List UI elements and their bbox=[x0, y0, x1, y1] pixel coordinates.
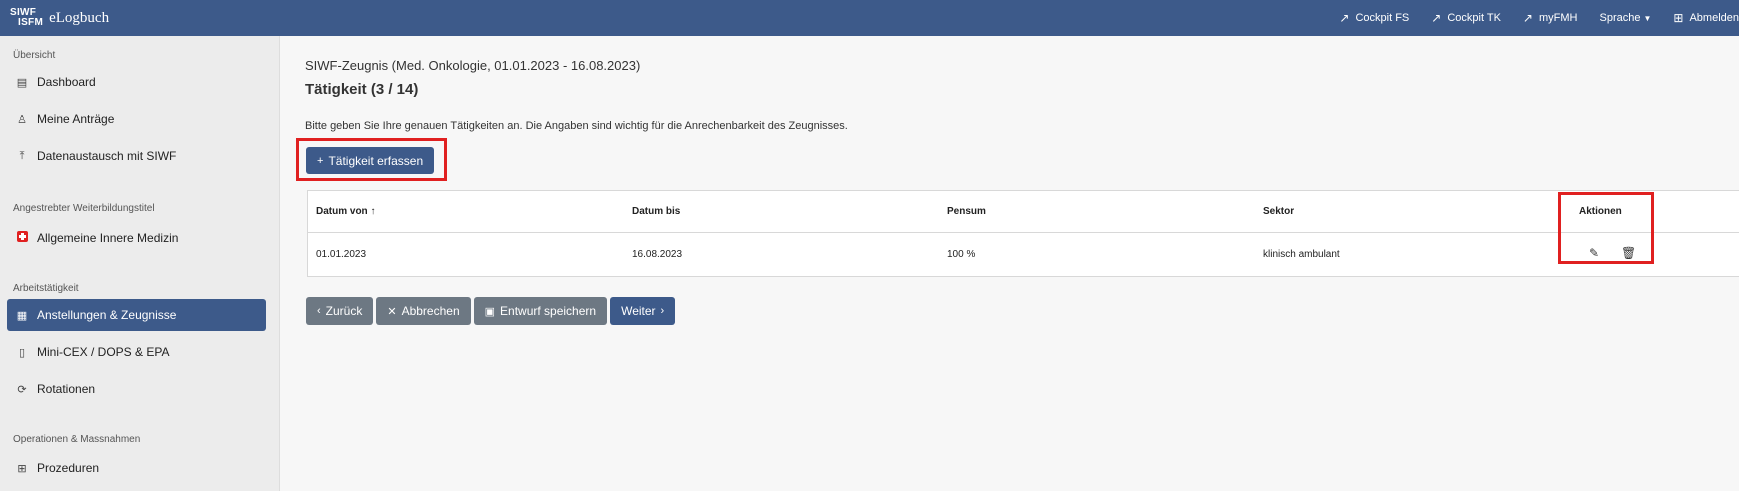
stamp-icon: ♙ bbox=[17, 113, 27, 126]
sort-icon: ↑ bbox=[370, 206, 376, 217]
chevron-right-icon: › bbox=[660, 305, 665, 317]
logout-link[interactable]: ⊞ Abmelden bbox=[1673, 11, 1739, 25]
top-bar: SIWF ISFM eLogbuch ↗ Cockpit FS ↗ Cockpi… bbox=[0, 0, 1739, 36]
sidebar-item-innere-medizin[interactable]: Allgemeine Innere Medizin bbox=[7, 222, 266, 254]
section-label-title: Angestrebter Weiterbildungstitel bbox=[13, 203, 155, 214]
sidebar: Übersicht ▤ Dashboard ♙ Meine Anträge ⤒ … bbox=[0, 36, 280, 491]
sidebar-item-mini-cex[interactable]: ▯ Mini-CEX / DOPS & EPA bbox=[7, 336, 266, 368]
dashboard-icon: ▤ bbox=[16, 76, 28, 89]
section-label-overview: Übersicht bbox=[13, 50, 56, 61]
cell-sektor: klinisch ambulant bbox=[1263, 249, 1340, 260]
table-row: 01.01.2023 16.08.2023 100 % klinisch amb… bbox=[308, 233, 1739, 277]
header-datum-bis: Datum bis bbox=[632, 206, 681, 217]
activity-table: Datum von ↑ Datum bis Pensum Sektor Akti… bbox=[307, 190, 1739, 277]
language-dropdown[interactable]: Sprache ▼ bbox=[1599, 12, 1651, 24]
external-link-icon: ↗ bbox=[1522, 11, 1533, 25]
header-datum-von[interactable]: Datum von ↑ bbox=[316, 206, 375, 217]
sidebar-item-dashboard[interactable]: ▤ Dashboard bbox=[7, 66, 266, 98]
sidebar-item-prozeduren[interactable]: ⊞ Prozeduren bbox=[7, 452, 266, 484]
logo[interactable]: SIWF ISFM eLogbuch bbox=[10, 8, 109, 28]
clipboard-icon: ▯ bbox=[18, 346, 26, 359]
cell-datum-von: 01.01.2023 bbox=[316, 249, 367, 260]
nav-cockpit-tk[interactable]: ↗ Cockpit TK bbox=[1431, 11, 1501, 25]
save-icon: ▣ bbox=[484, 305, 496, 318]
plus-square-icon: ⊞ bbox=[17, 462, 27, 475]
top-nav: ↗ Cockpit FS ↗ Cockpit TK ↗ myFMH Sprach… bbox=[1317, 0, 1739, 36]
page-title: Tätigkeit (3 / 14) bbox=[305, 81, 419, 98]
intro-text: Bitte geben Sie Ihre genauen Tätigkeiten… bbox=[305, 120, 848, 132]
table-header: Datum von ↑ Datum bis Pensum Sektor Akti… bbox=[308, 191, 1739, 233]
next-button[interactable]: Weiter › bbox=[610, 297, 676, 325]
highlight-actions-column bbox=[1558, 192, 1654, 264]
header-sektor: Sektor bbox=[1263, 206, 1295, 217]
siwf-logo: SIWF ISFM bbox=[10, 7, 44, 28]
cell-datum-bis: 16.08.2023 bbox=[632, 249, 683, 260]
chevron-left-icon: ‹ bbox=[317, 305, 321, 317]
wizard-buttons: ‹ Zurück ✕ Abbrechen ▣ Entwurf speichern… bbox=[306, 297, 676, 325]
sidebar-item-rotationen[interactable]: ⟳ Rotationen bbox=[7, 373, 266, 405]
rotate-icon: ⟳ bbox=[17, 383, 27, 396]
external-link-icon: ↗ bbox=[1431, 11, 1442, 25]
app-name: eLogbuch bbox=[49, 9, 110, 26]
save-draft-button[interactable]: ▣ Entwurf speichern bbox=[473, 297, 608, 325]
close-icon: ✕ bbox=[387, 305, 397, 318]
building-icon: ▦ bbox=[16, 309, 28, 322]
upload-icon: ⤒ bbox=[19, 149, 25, 162]
page-subtitle: SIWF-Zeugnis (Med. Onkologie, 01.01.2023… bbox=[305, 58, 641, 73]
logout-icon: ⊞ bbox=[1673, 11, 1684, 25]
section-label-work: Arbeitstätigkeit bbox=[13, 283, 79, 294]
nav-myfmh[interactable]: ↗ myFMH bbox=[1523, 11, 1578, 25]
sidebar-item-antraege[interactable]: ♙ Meine Anträge bbox=[7, 103, 266, 135]
cell-pensum: 100 % bbox=[947, 249, 976, 260]
back-button[interactable]: ‹ Zurück bbox=[306, 297, 374, 325]
plus-icon: + bbox=[317, 154, 324, 167]
sidebar-item-datenaustausch[interactable]: ⤒ Datenaustausch mit SIWF bbox=[7, 140, 266, 172]
cancel-button[interactable]: ✕ Abbrechen bbox=[376, 297, 471, 325]
header-pensum: Pensum bbox=[947, 206, 986, 217]
caret-down-icon: ▼ bbox=[1643, 13, 1652, 23]
section-label-operations: Operationen & Massnahmen bbox=[13, 434, 141, 445]
external-link-icon: ↗ bbox=[1339, 11, 1350, 25]
nav-cockpit-fs[interactable]: ↗ Cockpit FS bbox=[1339, 11, 1409, 25]
sidebar-item-anstellungen[interactable]: ▦ Anstellungen & Zeugnisse bbox=[7, 299, 266, 331]
add-activity-button[interactable]: + Tätigkeit erfassen bbox=[306, 147, 435, 174]
swiss-cross-icon bbox=[16, 231, 28, 242]
